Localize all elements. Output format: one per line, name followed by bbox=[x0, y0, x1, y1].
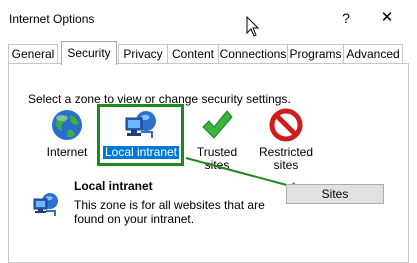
mouse-cursor-icon bbox=[246, 16, 260, 37]
zone-internet-label: Internet bbox=[46, 145, 88, 159]
help-button[interactable]: ? bbox=[336, 8, 356, 28]
tab-privacy[interactable]: Privacy bbox=[118, 44, 168, 63]
globe-icon bbox=[52, 110, 82, 140]
annotation-highlight-box bbox=[97, 104, 184, 166]
tab-advanced[interactable]: Advanced bbox=[343, 44, 403, 63]
close-button[interactable]: ✕ bbox=[377, 8, 397, 28]
restricted-icon bbox=[269, 108, 303, 142]
tab-security[interactable]: Security bbox=[61, 41, 117, 65]
zone-trusted-sites[interactable]: Trusted sites bbox=[186, 108, 248, 172]
tab-connections[interactable]: Connections bbox=[218, 44, 288, 63]
tab-programs[interactable]: Programs bbox=[287, 44, 344, 63]
check-icon bbox=[202, 110, 233, 139]
sites-button[interactable]: Sites bbox=[286, 184, 384, 204]
title-bar: Internet Options ? ✕ bbox=[0, 0, 417, 37]
zone-trusted-sites-label: Trusted sites bbox=[196, 145, 238, 172]
tab-content[interactable]: Content bbox=[167, 44, 219, 63]
zone-info-title: Local intranet bbox=[74, 179, 153, 193]
zone-internet[interactable]: Internet bbox=[40, 108, 94, 164]
zone-restricted-sites[interactable]: Restricted sites bbox=[258, 108, 314, 172]
local-intranet-small-icon bbox=[33, 193, 58, 216]
zone-info-description: This zone is for all websites that are f… bbox=[74, 198, 265, 226]
window-title: Internet Options bbox=[9, 12, 95, 26]
zone-restricted-sites-label: Restricted sites bbox=[258, 145, 314, 172]
tab-general[interactable]: General bbox=[8, 44, 58, 63]
